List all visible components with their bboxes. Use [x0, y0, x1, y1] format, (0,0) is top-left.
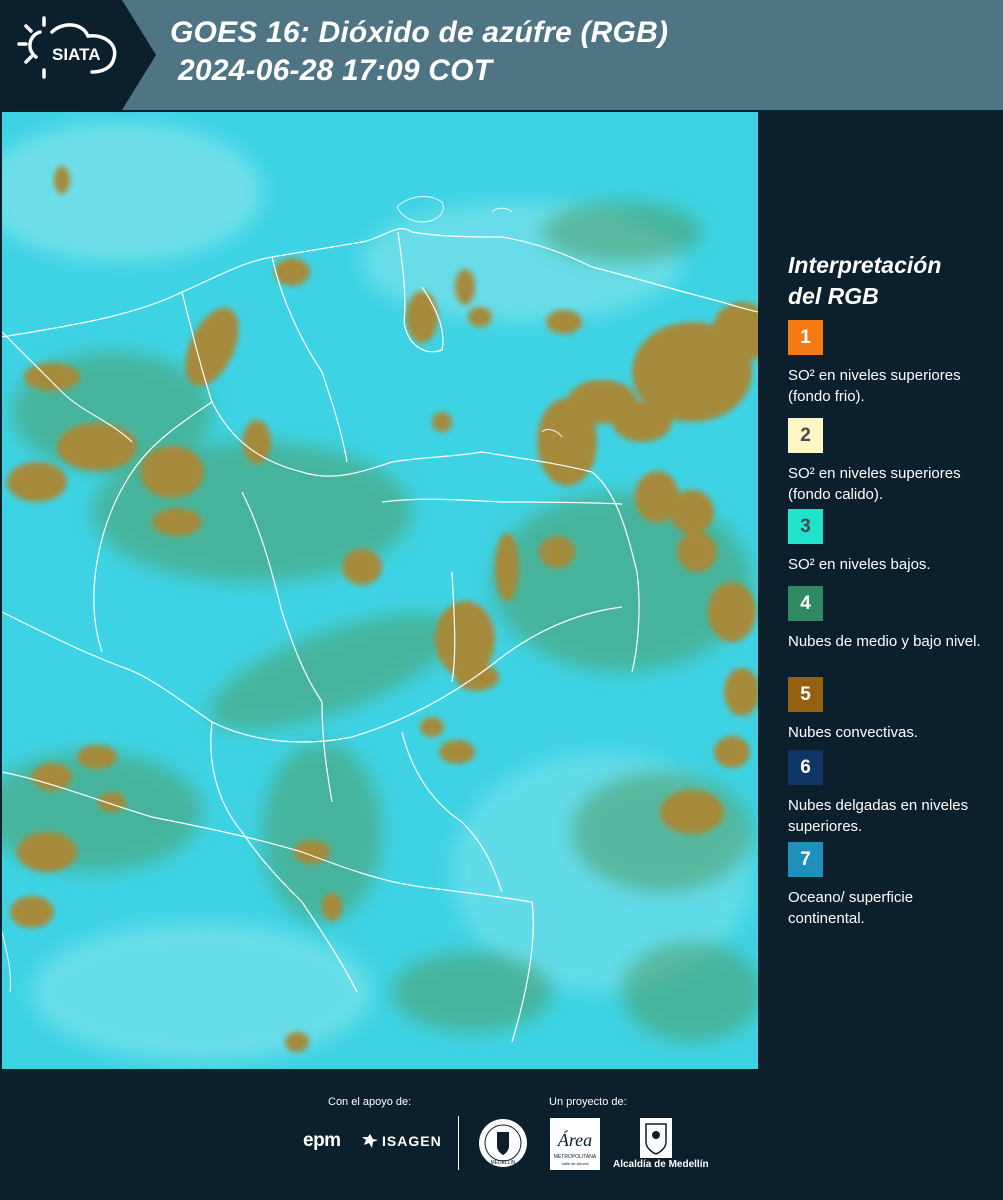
- legend-text-7: Oceano/ superficie continental.: [788, 889, 914, 927]
- legend-item-1: 1 SO² en niveles superiores (fondo frio)…: [788, 320, 988, 407]
- page-timestamp: 2024-06-28 17:09 COT: [178, 54, 493, 87]
- alcaldia-label: Alcaldía de Medellín: [613, 1159, 709, 1170]
- page-title: GOES 16: Dióxido de azúfre (RGB): [170, 16, 669, 49]
- isagen-text: ISAGEN: [382, 1133, 442, 1149]
- legend-item-7: 7 Oceano/ superficie continental.: [788, 842, 988, 929]
- legend-swatch-1: 1: [788, 320, 823, 355]
- legend-item-2: 2 SO² en niveles superiores (fondo calid…: [788, 418, 988, 505]
- siata-logo-text: SIATA: [52, 45, 100, 64]
- legend-swatch-6: 6: [788, 750, 823, 785]
- project-label: Un proyecto de:: [549, 1096, 627, 1108]
- legend-title-line2: del RGB: [788, 283, 879, 309]
- footer: Con el apoyo de: Un proyecto de: epm ISA…: [0, 1070, 1003, 1200]
- legend-swatch-2: 2: [788, 418, 823, 453]
- siata-logo-block: SIATA: [0, 0, 156, 110]
- isagen-logo: ISAGEN: [362, 1133, 442, 1149]
- legend-text-1: SO² en niveles superiores (fondo frio).: [788, 367, 961, 405]
- area-metropolitana-logo: Área METROPOLITANA Valle de Aburrá: [550, 1118, 600, 1170]
- legend-title: Interpretación del RGB: [788, 250, 988, 312]
- satellite-image: [2, 112, 758, 1069]
- header-bar: SIATA GOES 16: Dióxido de azúfre (RGB) 2…: [0, 0, 1003, 110]
- legend-item-4: 4 Nubes de medio y bajo nivel.: [788, 586, 988, 652]
- alcaldia-shield-logo: [640, 1118, 672, 1158]
- medellin-seal-logo: MEDELLÍN: [479, 1119, 527, 1167]
- legend-text-5: Nubes convectivas.: [788, 724, 919, 741]
- isagen-mark-icon: [362, 1134, 378, 1148]
- area-logo-subtext2: Valle de Aburrá: [561, 1161, 589, 1166]
- siata-logo: SIATA: [17, 16, 117, 79]
- support-label: Con el apoyo de:: [328, 1096, 412, 1108]
- rgb-legend: Interpretación del RGB 1 SO² en niveles …: [788, 250, 988, 927]
- legend-text-2: SO² en niveles superiores (fondo calido)…: [788, 465, 961, 503]
- area-logo-text: Área: [557, 1129, 592, 1150]
- satellite-map: [2, 112, 758, 1069]
- legend-text-6: Nubes delgadas en niveles superiores.: [788, 797, 969, 835]
- footer-divider: [458, 1116, 459, 1170]
- legend-item-3: 3 SO² en niveles bajos.: [788, 509, 988, 575]
- area-logo-subtext: METROPOLITANA: [554, 1154, 597, 1160]
- legend-item-5: 5 Nubes convectivas.: [788, 677, 988, 743]
- legend-swatch-7: 7: [788, 842, 823, 877]
- legend-swatch-4: 4: [788, 586, 823, 621]
- legend-swatch-5: 5: [788, 677, 823, 712]
- seal-text: MEDELLÍN: [490, 1159, 515, 1166]
- legend-text-4: Nubes de medio y bajo nivel.: [788, 633, 981, 650]
- legend-title-line1: Interpretación: [788, 252, 942, 278]
- legend-text-3: SO² en niveles bajos.: [788, 556, 931, 573]
- legend-swatch-3: 3: [788, 509, 823, 544]
- legend-item-6: 6 Nubes delgadas en niveles superiores.: [788, 750, 988, 837]
- epm-logo: epm: [303, 1130, 341, 1151]
